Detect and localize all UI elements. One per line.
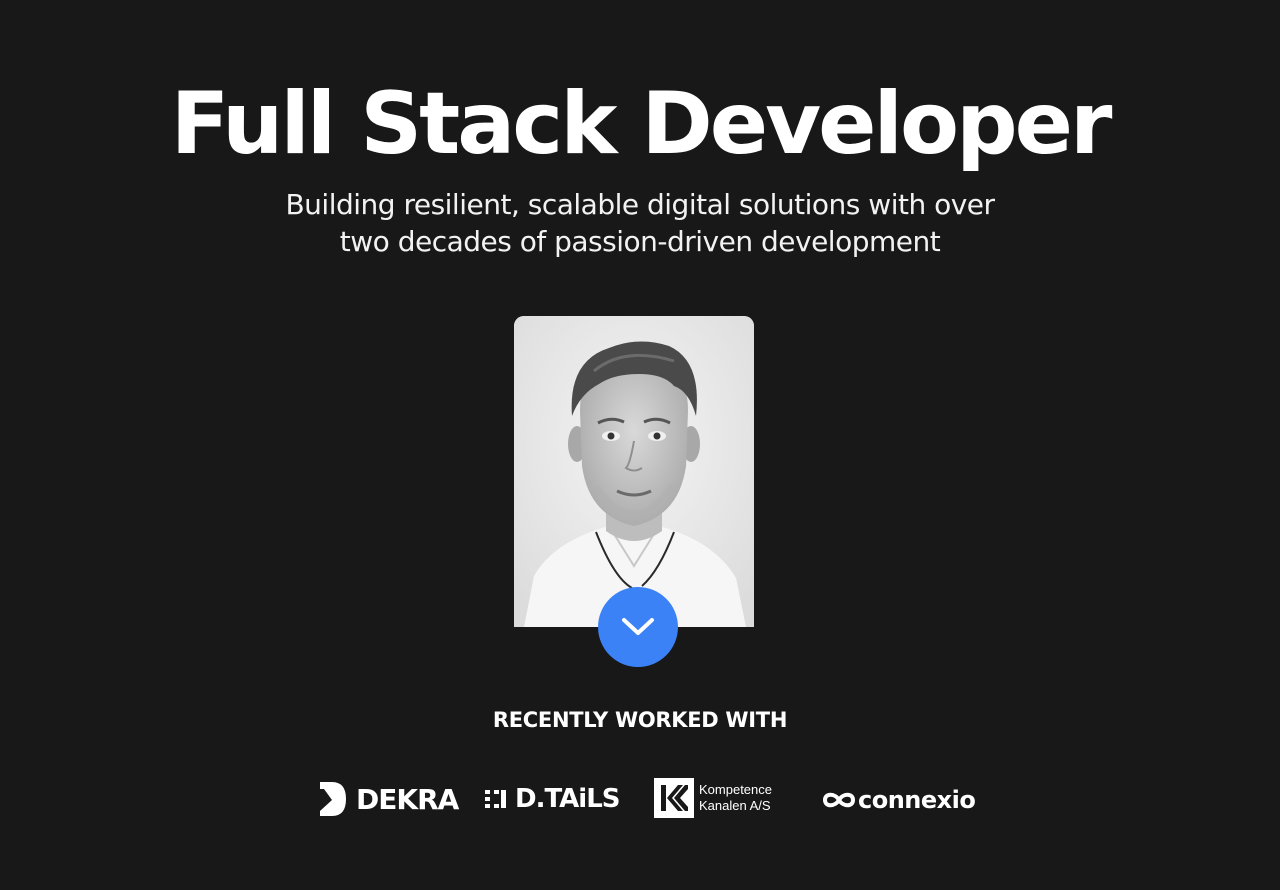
profile-photo — [514, 316, 754, 627]
hero-section: Full Stack Developer Building resilient,… — [0, 0, 1280, 890]
client-name-connexio: connexio — [858, 786, 976, 814]
kk-logo-mark — [654, 778, 694, 818]
client-logos: DEKRA D.TAiLS Kompetence Kanalen A/S con… — [318, 778, 976, 822]
client-name-kompetence-kanalen: Kompetence Kanalen A/S — [699, 782, 772, 814]
scroll-down-button[interactable] — [598, 587, 678, 667]
dekra-logo-mark — [320, 782, 346, 816]
client-name-dtails: D.TAiLS — [515, 784, 621, 814]
client-logo-connexio[interactable]: connexio — [821, 786, 976, 814]
hero-subtitle-line-2: two decades of passion-driven developmen… — [339, 225, 941, 258]
dtails-logo-mark — [485, 790, 506, 808]
portrait-photo — [514, 316, 754, 627]
client-logo-kompetence-kanalen[interactable]: Kompetence Kanalen A/S — [654, 778, 772, 818]
chevron-down-icon — [622, 618, 654, 635]
client-logo-dekra[interactable]: DEKRA — [318, 780, 459, 818]
clients-heading: RECENTLY WORKED WITH — [492, 708, 788, 732]
kk-name-line-2: Kanalen A/S — [699, 798, 771, 813]
client-name-dekra: DEKRA — [356, 782, 459, 816]
page-title: Full Stack Developer — [170, 74, 1113, 174]
kk-name-line-1: Kompetence — [699, 782, 772, 797]
hero-subtitle-line-1: Building resilient, scalable digital sol… — [285, 188, 995, 221]
client-logo-dtails[interactable]: D.TAiLS — [485, 784, 621, 814]
infinity-icon — [822, 792, 856, 808]
hero-subtitle: Building resilient, scalable digital sol… — [240, 186, 1040, 260]
